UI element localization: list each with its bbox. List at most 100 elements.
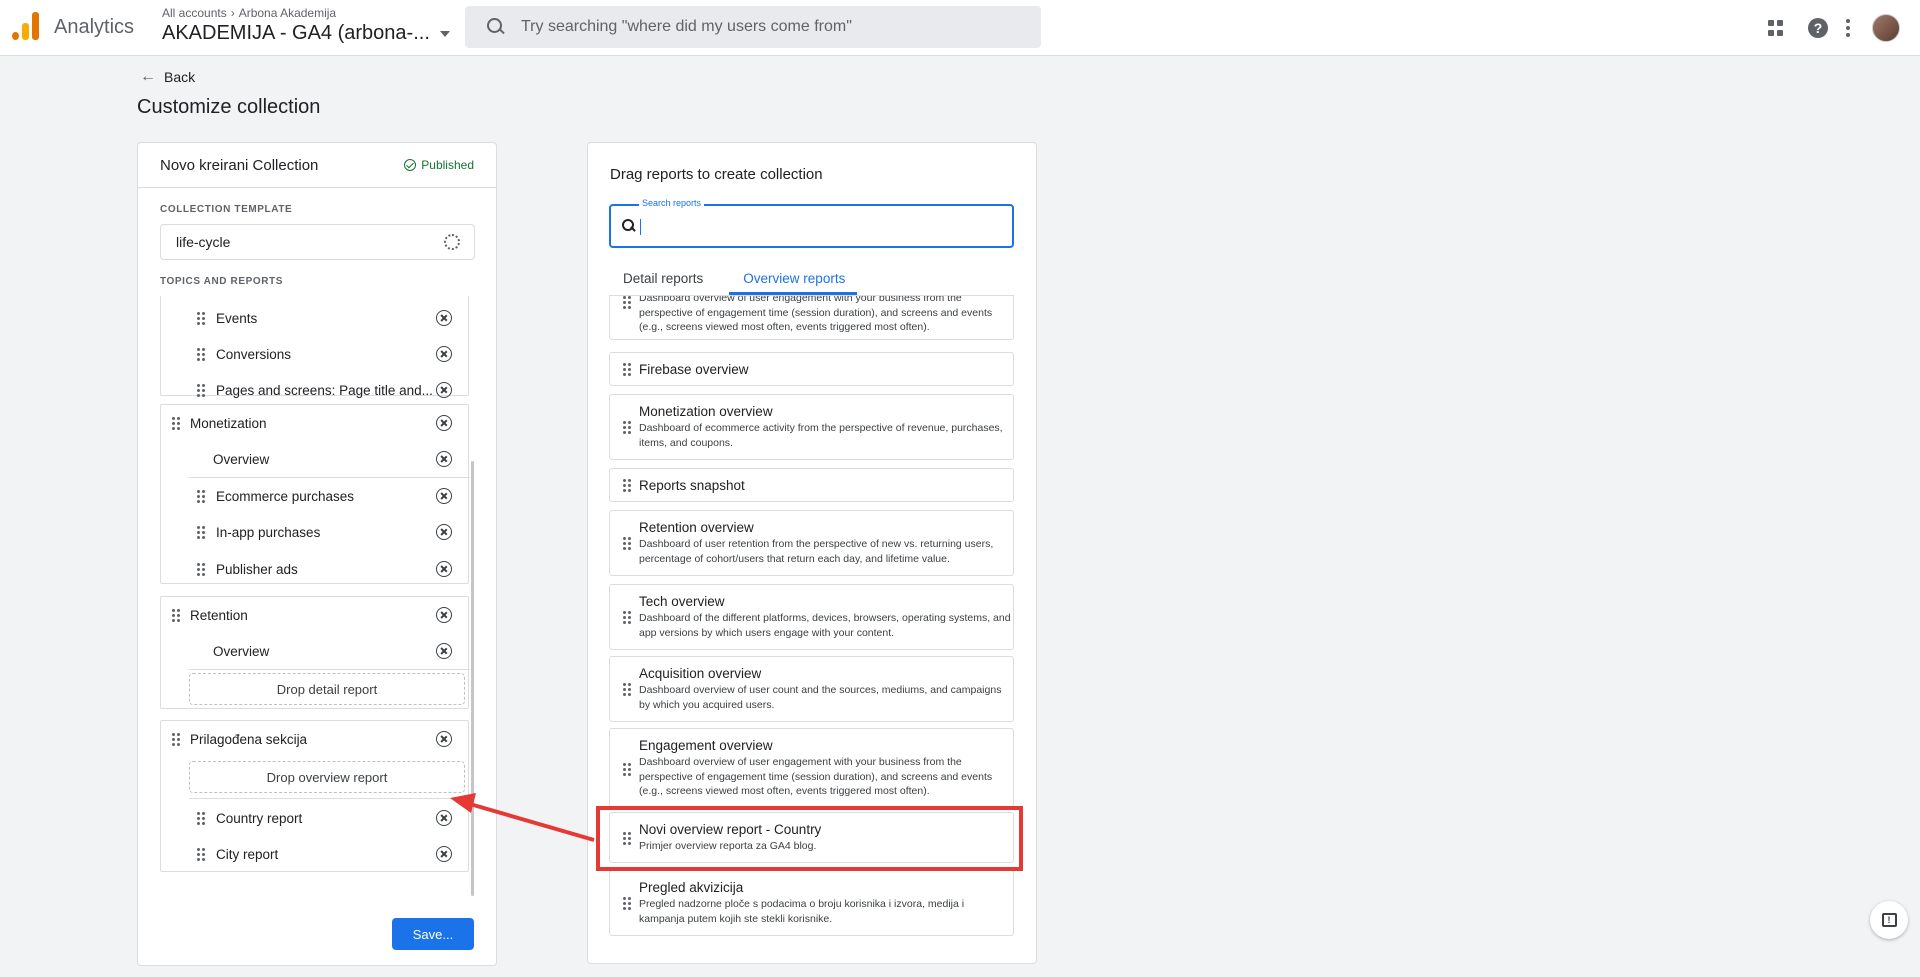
- topic-card-monetization: Monetization Overview Ecommerce purchase…: [160, 404, 470, 587]
- report-description: Dashboard of ecommerce activity from the…: [639, 422, 1003, 449]
- drag-handle-icon[interactable]: [197, 347, 205, 361]
- top-bar: Analytics All accounts › Arbona Akademija …: [0, 0, 1920, 56]
- report-name: Retention overview: [639, 520, 754, 535]
- search-reports-input[interactable]: Search reports: [609, 198, 1014, 248]
- template-field[interactable]: life-cycle: [160, 224, 475, 260]
- report-card[interactable]: Dashboard overview of user engagement wi…: [609, 296, 1014, 340]
- drag-handle-icon[interactable]: [623, 611, 631, 624]
- topic-name: Prilagođena sekcija: [190, 731, 308, 747]
- breadcrumb-all-accounts[interactable]: All accounts: [162, 6, 227, 20]
- drop-overview-report-zone[interactable]: Drop overview report: [189, 761, 465, 793]
- drag-handle-icon[interactable]: [197, 311, 205, 325]
- product-name: Analytics: [54, 16, 135, 38]
- report-row-conversions[interactable]: Conversions: [161, 336, 470, 372]
- remove-icon[interactable]: [436, 731, 452, 747]
- report-label: Pages and screens: Page title and...: [216, 382, 433, 398]
- drag-handle-icon[interactable]: [623, 363, 631, 376]
- global-search-bar[interactable]: Try searching "where did my users come f…: [465, 6, 1041, 48]
- report-label: City report: [216, 846, 279, 862]
- drop-detail-report-zone[interactable]: Drop detail report: [189, 673, 465, 705]
- report-card-snapshot[interactable]: Reports snapshot: [609, 468, 1014, 502]
- drag-handle-icon[interactable]: [172, 732, 180, 746]
- remove-icon[interactable]: [436, 488, 452, 504]
- remove-icon[interactable]: [436, 846, 452, 862]
- remove-icon[interactable]: [436, 810, 452, 826]
- drag-handle-icon[interactable]: [172, 608, 180, 622]
- topic-header-retention[interactable]: Retention: [161, 597, 470, 633]
- tab-overview-reports[interactable]: Overview reports: [729, 271, 858, 295]
- search-placeholder: Try searching "where did my users come f…: [521, 18, 852, 35]
- drag-handle-icon[interactable]: [197, 562, 205, 576]
- scrollbar[interactable]: [471, 461, 474, 896]
- remove-icon[interactable]: [436, 415, 452, 431]
- overview-row[interactable]: Overview: [161, 441, 470, 477]
- drag-handle-icon[interactable]: [197, 383, 205, 397]
- tab-detail-reports[interactable]: Detail reports: [609, 271, 715, 295]
- drag-handle-icon[interactable]: [623, 683, 631, 696]
- report-row-in-app[interactable]: In-app purchases: [161, 514, 470, 550]
- drag-handle-icon[interactable]: [623, 537, 631, 550]
- help-icon[interactable]: ?: [1808, 18, 1828, 38]
- report-row-events[interactable]: Events: [161, 300, 470, 336]
- remove-icon[interactable]: [436, 346, 452, 362]
- check-circle-icon: [404, 159, 417, 171]
- breadcrumb: All accounts › Arbona Akademija: [162, 6, 336, 20]
- report-label: Country report: [216, 810, 303, 826]
- template-section-label: COLLECTION TEMPLATE: [160, 204, 293, 215]
- breadcrumb-account[interactable]: Arbona Akademija: [239, 6, 336, 20]
- drag-handle-icon[interactable]: [623, 897, 631, 910]
- analytics-logo[interactable]: [12, 10, 42, 40]
- collection-header: Novo kreirani Collection Published: [138, 143, 496, 188]
- report-row-publisher-ads[interactable]: Publisher ads: [161, 551, 470, 587]
- drag-handle-icon[interactable]: [197, 811, 205, 825]
- report-card-engagement[interactable]: Engagement overview Dashboard overview o…: [609, 728, 1014, 808]
- remove-icon[interactable]: [436, 607, 452, 623]
- drag-handle-icon[interactable]: [623, 421, 631, 434]
- report-card-firebase[interactable]: Firebase overview: [609, 352, 1014, 386]
- more-vert-icon[interactable]: [1846, 19, 1850, 37]
- back-button[interactable]: ← Back: [140, 68, 195, 86]
- remove-icon[interactable]: [436, 310, 452, 326]
- report-card-tech[interactable]: Tech overview Dashboard of the different…: [609, 584, 1014, 650]
- report-row-ecommerce[interactable]: Ecommerce purchases: [161, 478, 470, 514]
- drag-handle-icon[interactable]: [623, 763, 631, 776]
- save-button[interactable]: Save...: [392, 918, 474, 950]
- feedback-button[interactable]: !: [1870, 901, 1908, 939]
- topic-name: Monetization: [190, 415, 267, 431]
- report-row-city[interactable]: City report: [161, 836, 470, 872]
- overview-row[interactable]: Overview: [161, 633, 470, 669]
- topic-header-monetization[interactable]: Monetization: [161, 405, 470, 441]
- drag-handle-icon[interactable]: [623, 479, 631, 492]
- drag-handle-icon[interactable]: [172, 416, 180, 430]
- annotation-highlight-box: [596, 806, 1023, 871]
- apps-icon[interactable]: [1768, 20, 1784, 36]
- remove-icon[interactable]: [436, 561, 452, 577]
- drag-handle-icon[interactable]: [197, 525, 205, 539]
- drag-handle-icon[interactable]: [623, 296, 631, 309]
- avatar[interactable]: [1872, 14, 1900, 42]
- report-card-retention[interactable]: Retention overview Dashboard of user ret…: [609, 510, 1014, 576]
- remove-icon[interactable]: [436, 451, 452, 467]
- topic-header-custom[interactable]: Prilagođena sekcija: [161, 721, 470, 757]
- caret-down-icon: [439, 30, 450, 37]
- drag-handle-icon[interactable]: [197, 489, 205, 503]
- property-selector[interactable]: AKADEMIJA - GA4 (arbona-...: [162, 22, 450, 45]
- report-row-country[interactable]: Country report: [161, 800, 470, 836]
- report-row-pages-screens[interactable]: Pages and screens: Page title and...: [161, 372, 470, 408]
- remove-icon[interactable]: [436, 382, 452, 398]
- report-label: Publisher ads: [216, 561, 298, 577]
- report-card-acquisition[interactable]: Acquisition overview Dashboard overview …: [609, 656, 1014, 722]
- library-title: Drag reports to create collection: [610, 166, 823, 183]
- collection-name[interactable]: Novo kreirani Collection: [160, 157, 318, 174]
- search-icon: [622, 219, 636, 233]
- report-card-monetization[interactable]: Monetization overview Dashboard of ecomm…: [609, 394, 1014, 460]
- feedback-icon: !: [1881, 913, 1897, 927]
- report-description: Dashboard of the different platforms, de…: [639, 612, 1011, 639]
- topic-name: Retention: [190, 607, 248, 623]
- remove-icon[interactable]: [436, 643, 452, 659]
- report-description: Pregled nadzorne ploče s podacima o broj…: [639, 898, 965, 925]
- drag-handle-icon[interactable]: [197, 847, 205, 861]
- report-card-pregled-akvizicija[interactable]: Pregled akvizicija Pregled nadzorne ploč…: [609, 870, 1014, 936]
- remove-icon[interactable]: [436, 524, 452, 540]
- report-name: Pregled akvizicija: [639, 880, 744, 895]
